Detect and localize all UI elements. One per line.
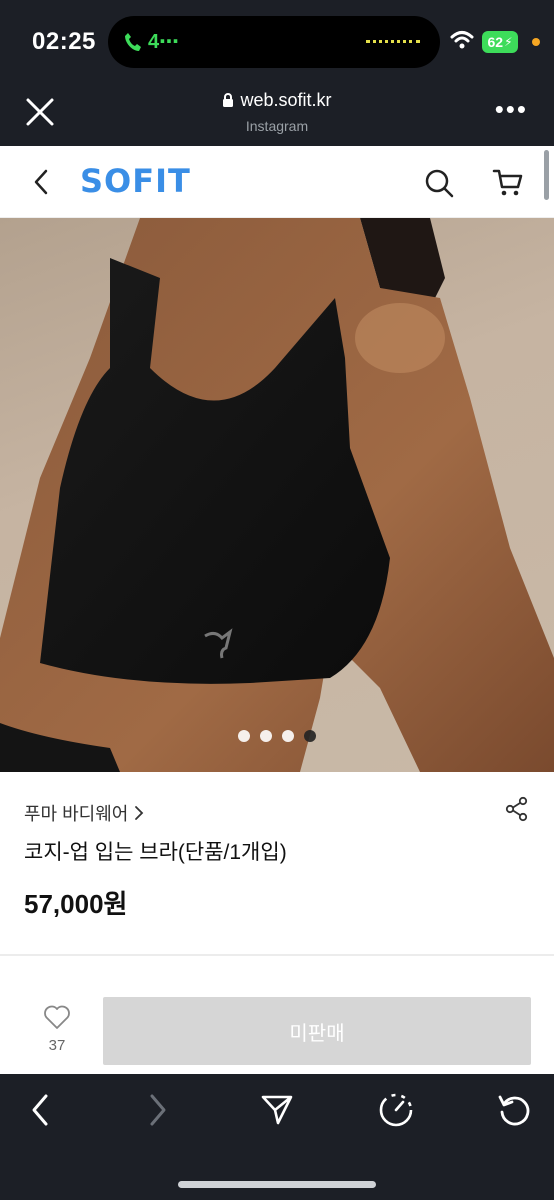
chevron-left-icon[interactable] [28,1092,52,1128]
battery-indicator: 62 ⚡ [482,31,518,53]
wifi-icon [450,31,474,49]
call-indicator: 4⋯ [124,29,179,54]
like-count: 37 [48,1037,66,1054]
brand-link[interactable]: 푸마 바디웨어 [24,800,144,826]
carousel-dot-active[interactable] [304,730,316,742]
source-label: Instagram [245,118,309,134]
carousel-dot[interactable] [282,730,294,742]
call-label: 4⋯ [148,31,180,53]
cart-icon[interactable] [492,168,524,198]
site-header: SOFIT [0,146,554,218]
chevron-right-icon[interactable] [146,1092,170,1128]
site-logo[interactable]: SOFIT [80,162,191,200]
url-text: web.sofit.kr [240,90,332,110]
gauge-icon[interactable] [378,1092,414,1128]
address-display[interactable]: web.sofit.kr Instagram [0,90,554,134]
lock-icon [223,93,234,107]
carousel-pagination [0,730,554,742]
purchase-bar: 37 미판매 [0,956,554,1074]
product-photo [0,218,554,772]
carousel-dot[interactable] [238,730,250,742]
carousel-dot[interactable] [260,730,272,742]
more-icon[interactable]: ••• [495,96,528,122]
dynamic-island[interactable]: 4⋯ [108,16,440,68]
search-icon[interactable] [424,168,454,198]
status-time: 02:25 [32,28,96,55]
phone-icon [125,32,141,51]
privacy-indicator-dot [532,38,540,46]
back-icon[interactable] [30,168,54,196]
battery-level: 62 [487,34,504,50]
product-name: 코지-업 입는 브라(단품/1개입) [24,841,287,864]
charging-icon: ⚡ [504,35,513,49]
share-icon[interactable] [504,796,530,822]
product-info: 푸마 바디웨어 코지-업 입는 브라(단품/1개입) 57,000원 [0,772,554,954]
screen: 02:25 4⋯ 62 ⚡ web.sofit.kr Instagram •••… [0,0,554,1200]
chevron-right-icon [135,806,144,820]
heart-icon [44,1005,70,1029]
browser-header: web.sofit.kr Instagram ••• [0,82,554,146]
brand-name: 푸마 바디웨어 [24,804,129,824]
buy-button-disabled[interactable]: 미판매 [103,997,531,1065]
product-image-carousel[interactable] [0,218,554,772]
audio-wave-icon [366,40,420,44]
reload-icon[interactable] [496,1092,532,1128]
page-scrollbar[interactable] [544,150,549,200]
home-indicator[interactable] [178,1181,376,1188]
send-icon[interactable] [260,1092,294,1126]
product-price: 57,000원 [24,889,128,919]
status-bar: 02:25 4⋯ 62 ⚡ [0,0,554,82]
like-button[interactable]: 37 [40,1004,74,1054]
